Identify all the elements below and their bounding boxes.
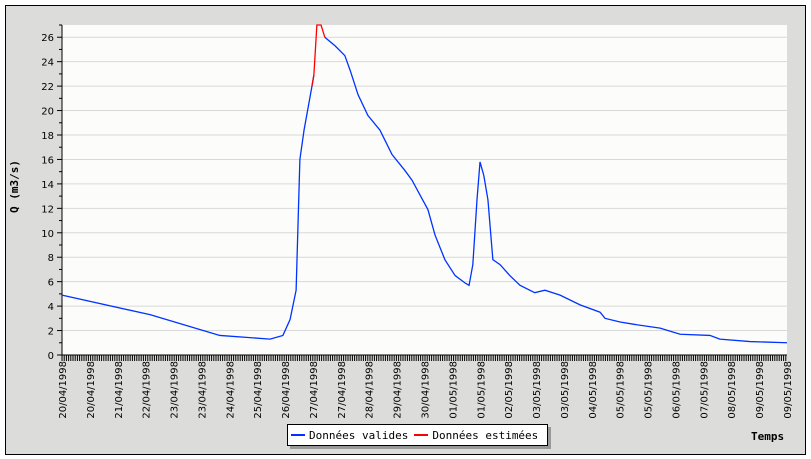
x-axis-label: Temps (751, 430, 785, 443)
y-tick-label: 4 (48, 302, 54, 313)
x-tick-label: 01/05/1998 (448, 361, 459, 419)
x-tick-label: 05/05/1998 (616, 361, 627, 419)
legend: Données valides Données estimées (287, 424, 549, 446)
x-tick-label: 02/05/1998 (504, 361, 515, 419)
y-tick-label: 24 (41, 58, 54, 69)
x-tick-label: 20/04/1998 (58, 361, 69, 419)
y-tick-label: 18 (41, 131, 54, 142)
x-tick-label: 03/05/1998 (532, 361, 543, 419)
x-tick-label: 04/05/1998 (588, 361, 599, 419)
legend-swatch-valid (291, 434, 305, 436)
x-tick-label: 27/04/1998 (309, 361, 320, 419)
y-axis-label: Q (m3/s) (7, 160, 21, 213)
x-tick-label: 23/04/1998 (197, 361, 208, 419)
x-tick-label: 08/05/1998 (727, 361, 738, 419)
x-tick-label: 01/05/1998 (476, 361, 487, 419)
legend-label-estimated: Données estimées (432, 428, 539, 442)
y-tick-label: 12 (41, 204, 54, 215)
y-tick-label: 16 (41, 155, 54, 166)
legend-item-estimated: Données estimées (414, 429, 538, 442)
y-tick-label: 14 (41, 180, 54, 191)
x-tick-label: 05/05/1998 (644, 361, 655, 419)
x-tick-label: 27/04/1998 (337, 361, 348, 419)
x-tick-label: 06/05/1998 (671, 361, 682, 419)
y-tick-label: 8 (48, 253, 54, 264)
x-tick-label: 25/04/1998 (253, 361, 264, 419)
plot-area (62, 25, 787, 355)
hydrograph-chart: 0246810121416182022242620/04/1998 20/04/1… (41, 24, 794, 419)
y-tick-label: 20 (41, 107, 54, 118)
x-tick-label: 29/04/1998 (393, 361, 404, 419)
y-tick-label: 2 (48, 327, 54, 338)
legend-swatch-estimated (414, 434, 429, 436)
x-tick-label: 21/04/1998 (114, 361, 125, 419)
y-tick-label: 6 (48, 278, 54, 289)
x-tick-label: 23/04/1998 (170, 361, 181, 419)
x-tick-label: 30/04/1998 (421, 361, 432, 419)
x-tick-label: 24/04/1998 (225, 361, 236, 419)
x-tick-label: 09/05/1998 (783, 361, 794, 419)
x-tick-label: 09/05/1998 (755, 361, 766, 419)
x-tick-label: 26/04/1998 (281, 361, 292, 419)
x-tick-label: 07/05/1998 (699, 361, 710, 419)
x-tick-label: 22/04/1998 (142, 361, 153, 419)
y-tick-label: 22 (41, 82, 54, 93)
x-tick-label: 20/04/1998 (86, 361, 97, 419)
x-tick-label: 28/04/1998 (365, 361, 376, 419)
y-tick-label: 26 (41, 33, 54, 44)
legend-item-valid: Données valides (291, 429, 408, 442)
y-tick-label: 0 (48, 351, 54, 362)
legend-label-valid: Données valides (309, 428, 409, 442)
y-tick-label: 10 (41, 229, 54, 240)
x-tick-label: 03/05/1998 (560, 361, 571, 419)
